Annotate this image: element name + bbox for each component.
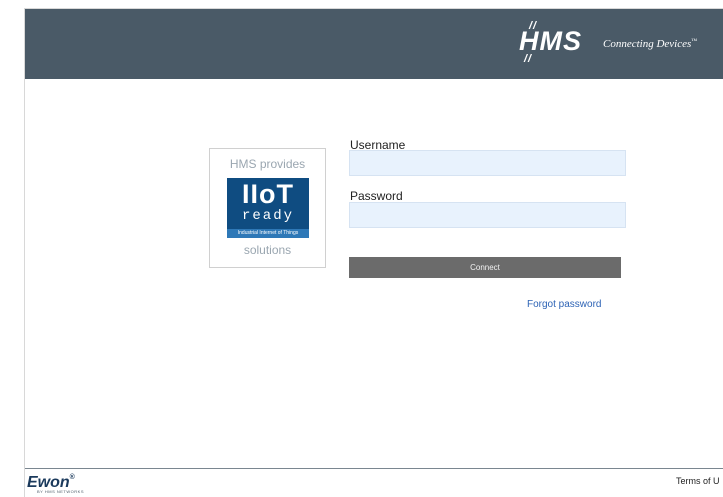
badge-sub-text: ready (241, 208, 294, 224)
logo-tagline: Connecting Devices™ (603, 38, 698, 50)
ewon-logo-subtext: BY HMS NETWORKS (37, 489, 84, 494)
password-label: Password (350, 189, 403, 203)
badge-bottom-text: solutions (243, 243, 292, 257)
forgot-password-link[interactable]: Forgot password (527, 299, 601, 310)
footer-divider (25, 468, 723, 469)
hms-logo: // HMS // Connecting Devices™ (519, 20, 723, 68)
badge-small-text: Industrial Internet of Things (227, 229, 309, 238)
badge-top-text: HMS provides (229, 157, 306, 171)
terms-link[interactable]: Terms of U (676, 476, 720, 486)
page-frame (24, 8, 723, 497)
password-input[interactable] (349, 202, 626, 228)
badge-iiot-box: IIoT ready Industrial Internet of Things (227, 178, 309, 238)
iiot-badge: HMS provides IIoT ready Industrial Inter… (209, 148, 326, 268)
connect-button[interactable]: Connect (349, 257, 621, 278)
username-input[interactable] (349, 150, 626, 176)
logo-mark-bottom: // (524, 53, 533, 65)
badge-main-text: IIoT (242, 179, 294, 209)
